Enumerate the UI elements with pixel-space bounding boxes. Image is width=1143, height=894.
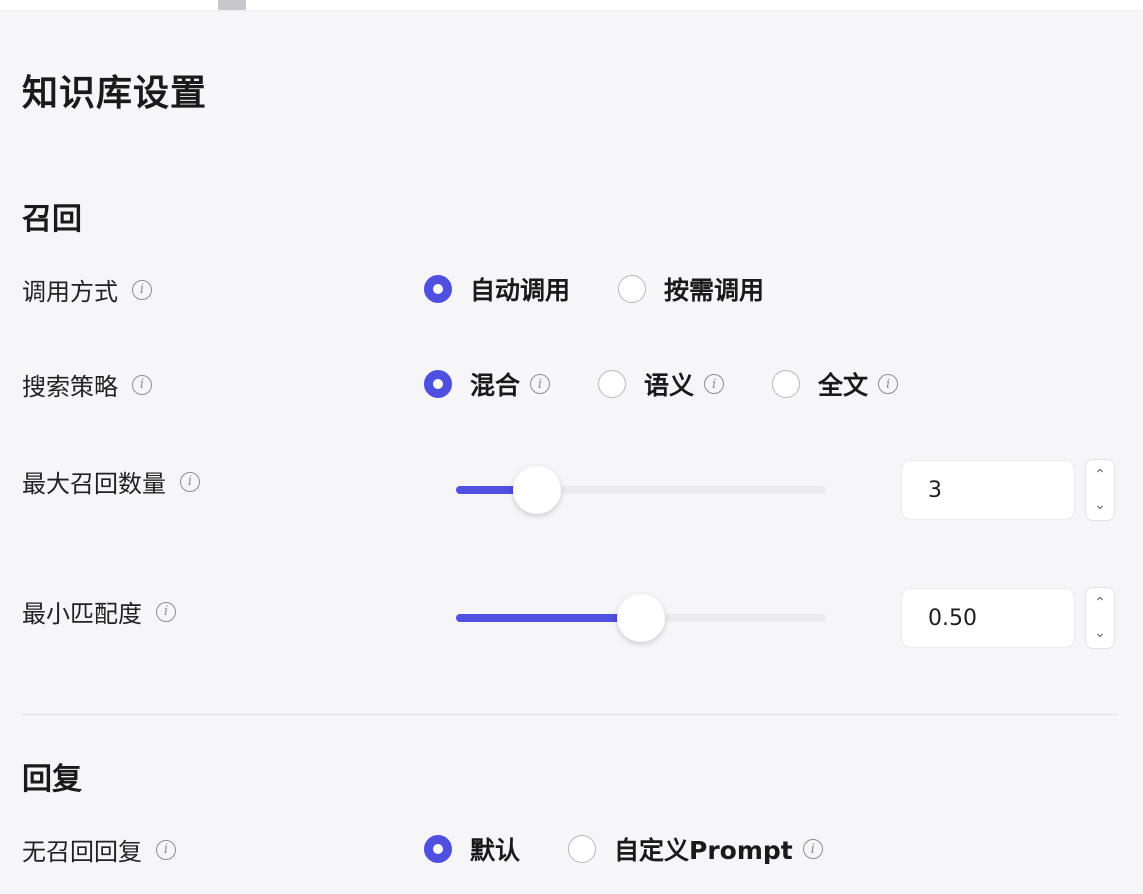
chevron-down-icon[interactable]: ⌄: [1086, 490, 1114, 520]
radio-option-semantic[interactable]: 语义 i: [598, 366, 725, 402]
radio-checked-icon[interactable]: [424, 835, 452, 863]
chevron-up-icon[interactable]: ⌃: [1086, 460, 1114, 490]
radio-option-on-demand-call[interactable]: 按需调用: [618, 271, 764, 307]
radio-checked-icon[interactable]: [424, 275, 452, 303]
info-icon[interactable]: i: [132, 279, 152, 300]
info-icon[interactable]: i: [530, 374, 551, 394]
radio-unchecked-icon[interactable]: [598, 370, 627, 398]
section-divider: [22, 714, 1117, 715]
radio-option-hybrid[interactable]: 混合 i: [424, 366, 551, 402]
radio-label: 语义: [644, 371, 695, 400]
chevron-up-icon[interactable]: ⌃: [1086, 588, 1114, 618]
no-recall-reply-radio-group: 默认 自定义Prompt i: [424, 829, 871, 869]
info-icon[interactable]: i: [878, 374, 899, 394]
info-icon[interactable]: i: [704, 374, 725, 394]
call-mode-radio-group: 自动调用 按需调用: [424, 269, 812, 309]
page-title: 知识库设置: [22, 73, 208, 114]
search-strategy-label: 搜索策略: [22, 373, 118, 401]
radio-checked-icon[interactable]: [424, 370, 452, 398]
radio-option-custom-prompt[interactable]: 自定义Prompt i: [568, 831, 823, 867]
radio-unchecked-icon[interactable]: [618, 275, 647, 303]
radio-unchecked-icon[interactable]: [772, 370, 801, 398]
top-bar: [0, 0, 1143, 10]
radio-option-auto-call[interactable]: 自动调用: [424, 271, 570, 307]
radio-label: 自动调用: [470, 276, 571, 305]
search-strategy-row-label: 搜索策略 i: [22, 367, 152, 402]
min-match-input[interactable]: 0.50: [901, 588, 1075, 648]
radio-unchecked-icon[interactable]: [568, 835, 597, 863]
info-icon[interactable]: i: [156, 839, 176, 860]
radio-label: 默认: [470, 836, 521, 865]
section-title-recall: 召回: [22, 202, 82, 237]
no-recall-reply-row-label: 无召回回复 i: [22, 832, 176, 867]
section-title-reply: 回复: [22, 762, 82, 797]
max-recall-stepper[interactable]: ⌃ ⌄: [1085, 459, 1115, 521]
scroll-handle[interactable]: [218, 0, 246, 10]
radio-label: 全文: [818, 371, 869, 400]
radio-label: 混合: [470, 371, 521, 400]
radio-option-fulltext[interactable]: 全文 i: [772, 366, 899, 402]
slider-fill: [456, 614, 641, 622]
info-icon[interactable]: i: [180, 471, 200, 492]
radio-option-default[interactable]: 默认: [424, 831, 520, 867]
max-recall-row-label: 最大召回数量 i: [22, 464, 200, 499]
max-recall-input[interactable]: 3: [901, 460, 1075, 520]
call-mode-row-label: 调用方式 i: [22, 272, 152, 307]
min-match-slider[interactable]: [456, 594, 826, 642]
no-recall-reply-label: 无召回回复: [22, 838, 142, 866]
info-icon[interactable]: i: [156, 601, 176, 622]
chevron-down-icon[interactable]: ⌄: [1086, 618, 1114, 648]
min-match-label: 最小匹配度: [22, 600, 142, 628]
search-strategy-radio-group: 混合 i 语义 i 全文 i: [424, 364, 946, 404]
radio-label: 自定义Prompt: [614, 836, 793, 865]
call-mode-label: 调用方式: [22, 278, 118, 306]
min-match-stepper[interactable]: ⌃ ⌄: [1085, 587, 1115, 649]
max-recall-label: 最大召回数量: [22, 470, 166, 498]
slider-thumb[interactable]: [617, 594, 665, 642]
slider-thumb[interactable]: [513, 466, 562, 514]
radio-label: 按需调用: [664, 276, 765, 305]
info-icon[interactable]: i: [802, 839, 823, 859]
max-recall-slider[interactable]: [456, 466, 826, 514]
min-match-row-label: 最小匹配度 i: [22, 594, 176, 629]
info-icon[interactable]: i: [132, 374, 152, 395]
